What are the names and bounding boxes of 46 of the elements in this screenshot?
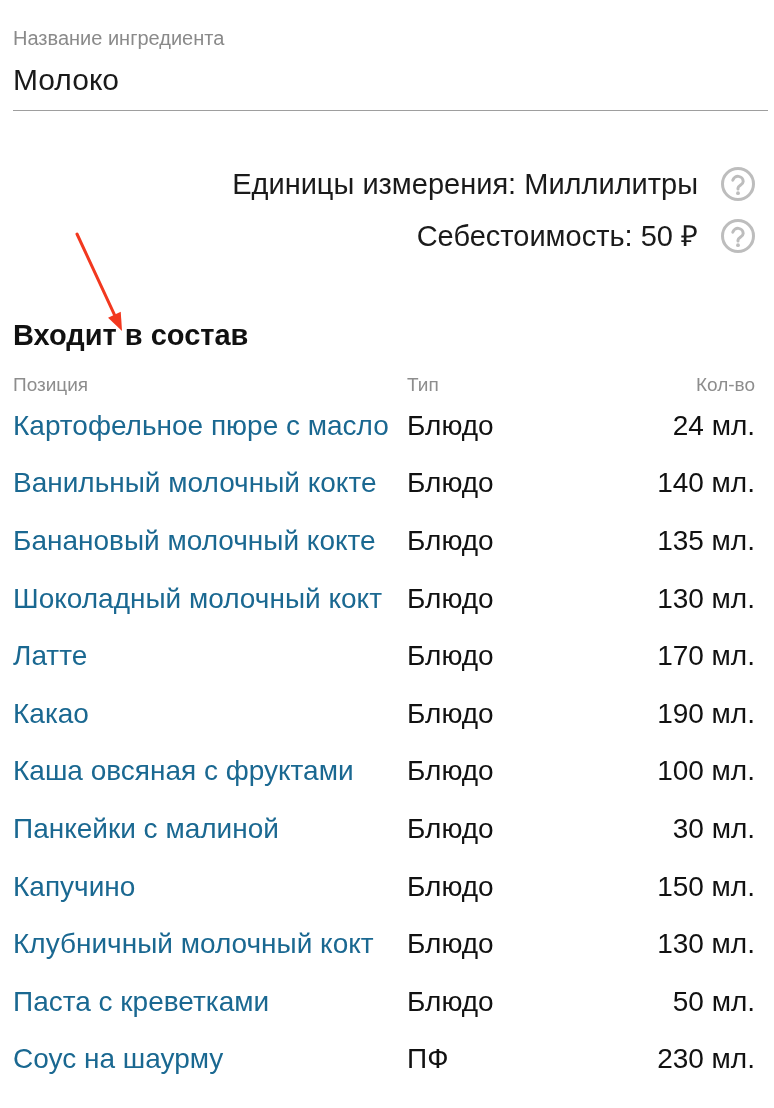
type-cell: Блюдо bbox=[407, 581, 494, 616]
position-link[interactable]: Панкейки с малиной bbox=[13, 811, 279, 846]
column-header: Позиция bbox=[13, 373, 89, 397]
column-header: Тип bbox=[407, 373, 439, 397]
section-heading: Входит в состав bbox=[13, 318, 250, 353]
amount-cell: 50 мл. bbox=[672, 984, 755, 1019]
amount-cell: 170 мл. bbox=[657, 639, 755, 674]
type-cell: Блюдо bbox=[407, 408, 494, 443]
type-cell: Блюдо bbox=[407, 754, 494, 789]
position-link[interactable]: Паста с креветками bbox=[13, 984, 270, 1019]
amount-cell: 130 мл. bbox=[657, 581, 755, 616]
amount-cell: 130 мл. bbox=[657, 927, 755, 962]
position-link[interactable]: Соус на шаурму bbox=[13, 1042, 224, 1077]
type-cell: Блюдо bbox=[407, 984, 494, 1019]
position-link[interactable]: Капучино bbox=[13, 869, 136, 904]
type-cell: Блюдо bbox=[407, 927, 494, 962]
position-link[interactable]: Какао bbox=[13, 696, 89, 731]
type-cell: Блюдо bbox=[407, 639, 494, 674]
amount-cell: 135 мл. bbox=[657, 524, 755, 558]
type-cell: Блюдо bbox=[407, 696, 494, 731]
amount-cell: 230 мл. bbox=[657, 1042, 755, 1077]
type-cell: Блюдо bbox=[407, 466, 494, 501]
property-label: Себестоимость: 50 ₽ bbox=[416, 219, 698, 254]
position-link[interactable]: Ванильный молочный кокте bbox=[13, 466, 377, 501]
amount-cell: 190 мл. bbox=[657, 696, 755, 731]
position-link[interactable]: Шоколадный молочный кокт bbox=[13, 581, 382, 616]
amount-cell: 140 мл. bbox=[657, 466, 755, 501]
type-cell: Блюдо bbox=[407, 811, 494, 846]
position-link[interactable]: Клубничный молочный кокт bbox=[13, 927, 374, 962]
type-cell: Блюдо bbox=[407, 869, 494, 904]
position-link[interactable]: Банановый молочный кокте bbox=[13, 524, 376, 558]
amount-cell: 150 мл. bbox=[657, 869, 755, 904]
type-cell: Блюдо bbox=[407, 524, 494, 558]
field-label: Название ингредиента bbox=[13, 26, 226, 50]
amount-cell: 30 мл. bbox=[672, 811, 755, 846]
help-icon[interactable] bbox=[721, 219, 755, 253]
help-icon[interactable] bbox=[721, 167, 755, 201]
column-header: Кол-во bbox=[695, 373, 755, 397]
position-link[interactable]: Латте bbox=[13, 639, 88, 674]
amount-cell: 24 мл. bbox=[672, 408, 755, 443]
property-label: Единицы измерения: Миллилитры bbox=[232, 167, 698, 202]
position-link[interactable]: Каша овсяная с фруктами bbox=[13, 754, 354, 789]
type-cell: ПФ bbox=[407, 1042, 449, 1077]
amount-cell: 100 мл. bbox=[657, 754, 755, 789]
position-link[interactable]: Картофельное пюре с масло bbox=[13, 408, 389, 443]
text-field[interactable]: Молоко bbox=[13, 58, 768, 111]
